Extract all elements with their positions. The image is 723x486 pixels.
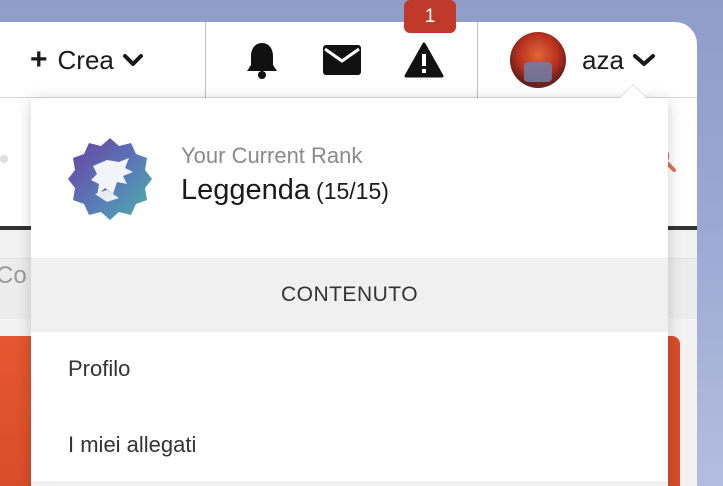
menu-item-my-attachments[interactable]: I miei allegati [68,432,196,458]
notification-count-badge: 1 [404,0,456,33]
plus-icon: + [30,43,48,76]
warning-icon [404,42,444,78]
username: aza [582,44,624,75]
create-button[interactable]: + Crea [30,40,144,80]
create-label: Crea [57,44,114,75]
bell-icon [247,43,277,79]
user-dropdown-menu: Your Current Rank Leggenda (15/15) CONTEN… [31,98,668,486]
notifications-button[interactable] [240,38,284,82]
chevron-down-icon [632,54,655,66]
section-header-content: CONTENUTO [31,258,668,332]
rank-caption: Your Current Rank [181,143,363,168]
dropdown-caret [620,85,646,98]
rank-progress: (15/15) [316,178,389,204]
rank-name: Leggenda (15/15) [181,174,389,207]
avatar [510,32,566,88]
separator [205,22,206,98]
menu-divider [31,481,668,486]
separator [477,22,478,98]
user-menu-button[interactable]: aza [510,32,656,88]
background-dot [0,155,8,163]
envelope-icon [323,45,361,75]
menu-item-profile[interactable]: Profilo [68,356,130,382]
chevron-down-icon [122,54,143,66]
messages-button[interactable] [320,38,364,82]
dragon-rank-icon [68,138,152,220]
rank-title: Leggenda [181,174,311,206]
alerts-button[interactable] [402,38,446,82]
top-navigation-bar: + Crea aza [0,22,697,98]
background-text: Co [0,262,27,289]
